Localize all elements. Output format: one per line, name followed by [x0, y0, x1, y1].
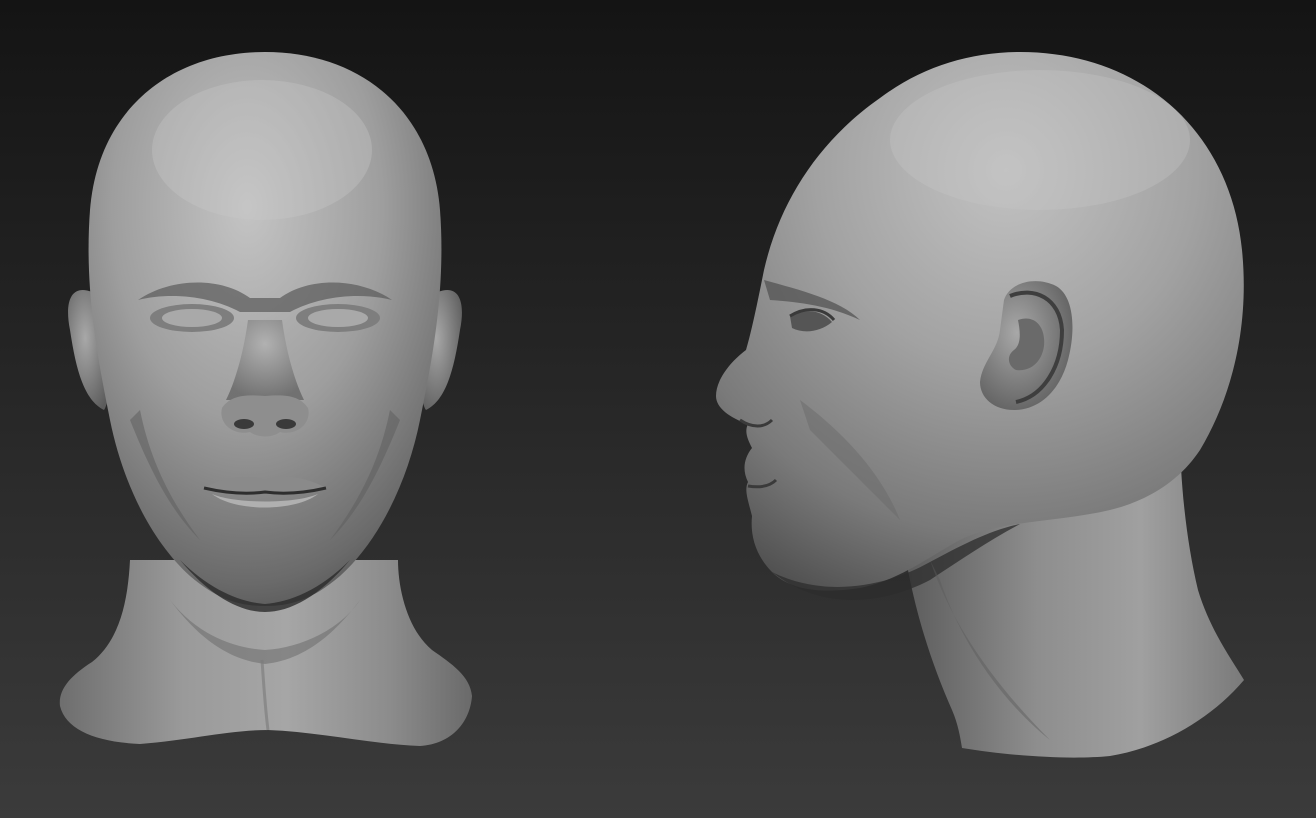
front-nose-tip: [221, 395, 309, 437]
front-nostril-left: [234, 419, 254, 429]
viewport-canvas: [0, 0, 1316, 818]
front-left-eye-socket: [162, 309, 222, 327]
front-view-head-model[interactable]: [59, 52, 472, 746]
side-crown-highlight: [890, 70, 1190, 210]
front-right-eye-socket: [308, 309, 368, 327]
sculpt-viewport[interactable]: [0, 0, 1316, 818]
front-nostril-right: [276, 419, 296, 429]
front-forehead-highlight: [152, 80, 372, 220]
